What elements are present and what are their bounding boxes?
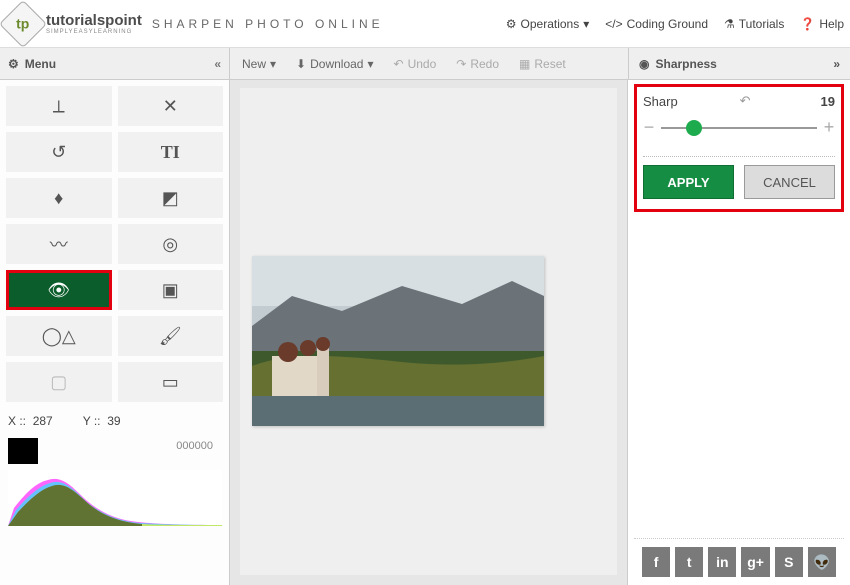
tool-levels[interactable]: ◩ — [118, 178, 224, 218]
undo-icon: ↶ — [394, 57, 404, 71]
tool-blur[interactable]: ♦ — [6, 178, 112, 218]
help-icon: ❓ — [800, 17, 815, 31]
caret-down-icon: ▾ — [270, 57, 276, 71]
social-reddit[interactable]: 👽 — [808, 547, 836, 577]
caret-down-icon: ▾ — [583, 17, 589, 31]
download-icon: ⬇ — [296, 57, 306, 71]
social-twitter[interactable]: t — [675, 547, 703, 577]
chevron-right-icon: » — [833, 57, 840, 71]
image-preview[interactable] — [252, 256, 544, 426]
eye-icon: ◉ — [639, 57, 649, 71]
brand[interactable]: tp tutorialspoint SIMPLYEASYLEARNING — [6, 7, 142, 41]
apply-button[interactable]: APPLY — [643, 165, 734, 199]
sharp-slider: − + — [643, 117, 835, 138]
redo-icon: ↷ — [456, 57, 466, 71]
redo-button[interactable]: ↷Redo — [456, 57, 499, 71]
brand-tagline: SIMPLYEASYLEARNING — [46, 29, 142, 35]
sharp-value: 19 — [821, 94, 835, 109]
caret-down-icon: ▾ — [367, 57, 373, 71]
main: ⟂ ✕ ↺ TI ♦ ◩ 〰 ◎ 👁 ▣ ◯△ 🖌 ▢ ▭ X :: 287 Y… — [0, 80, 850, 585]
tool-frame[interactable]: ▭ — [118, 362, 224, 402]
flask-icon: ⚗ — [724, 17, 735, 31]
undo-button[interactable]: ↶Undo — [394, 57, 437, 71]
nav-tutorials[interactable]: ⚗Tutorials — [724, 17, 784, 31]
slider-track[interactable] — [661, 127, 817, 129]
tool-target[interactable]: ◎ — [118, 224, 224, 264]
drop-icon: ♦ — [54, 188, 63, 209]
share-icon: ⚙ — [506, 17, 517, 31]
new-button[interactable]: New ▾ — [242, 57, 276, 71]
tool-crop[interactable]: ⟂ — [6, 86, 112, 126]
social-row: f t in g+ S 👽 — [634, 538, 844, 585]
cancel-button[interactable]: CANCEL — [744, 165, 835, 199]
nav-coding-ground[interactable]: </>Coding Ground — [605, 17, 708, 31]
slider-minus[interactable]: − — [643, 117, 655, 138]
top-nav: ⚙Operations ▾ </>Coding Ground ⚗Tutorial… — [506, 17, 844, 31]
tool-fit[interactable]: ✕ — [118, 86, 224, 126]
expand-icon: ✕ — [163, 96, 178, 117]
image-icon: ▣ — [162, 280, 179, 301]
download-button[interactable]: ⬇Download ▾ — [296, 57, 373, 71]
top-bar: tp tutorialspoint SIMPLYEASYLEARNING SHA… — [0, 0, 850, 48]
contrast-icon: ◩ — [162, 188, 179, 209]
code-icon: </> — [605, 17, 622, 31]
social-stumble[interactable]: S — [775, 547, 803, 577]
sidebar: ⟂ ✕ ↺ TI ♦ ◩ 〰 ◎ 👁 ▣ ◯△ 🖌 ▢ ▭ X :: 287 Y… — [0, 80, 230, 585]
nav-help[interactable]: ❓Help — [800, 17, 844, 31]
tool-sharpen[interactable]: 〰 — [6, 224, 112, 264]
canvas-area[interactable] — [230, 80, 628, 585]
social-facebook[interactable]: f — [642, 547, 670, 577]
text-icon: TI — [161, 142, 180, 163]
brand-name: tutorialspoint — [46, 12, 142, 29]
frame-icon: ▭ — [162, 372, 179, 393]
slider-thumb[interactable] — [686, 120, 702, 136]
tool-image[interactable]: ▣ — [118, 270, 224, 310]
chevron-left-icon: « — [214, 57, 221, 71]
menu-icon: ⚙ — [8, 57, 19, 71]
tool-brush[interactable]: 🖌 — [118, 316, 224, 356]
toolbar: ⚙ Menu « New ▾ ⬇Download ▾ ↶Undo ↷Redo ▦… — [0, 48, 850, 80]
eye-icon: 👁 — [47, 280, 70, 301]
tool-text[interactable]: TI — [118, 132, 224, 172]
toolbar-actions: New ▾ ⬇Download ▾ ↶Undo ↷Redo ▦Reset — [230, 48, 578, 79]
histo-color-label: 000000 — [176, 440, 213, 452]
histogram: 000000 — [0, 434, 229, 544]
revert-icon[interactable]: ↶ — [740, 93, 751, 109]
menu-toggle[interactable]: ⚙ Menu « — [0, 48, 230, 79]
brush-icon: 🖌 — [159, 326, 182, 347]
reset-icon: ▦ — [519, 57, 530, 71]
sharpness-panel: Sharp ↶ 19 − + APPLY CANCEL f t in g+ — [628, 80, 850, 585]
button-row: APPLY CANCEL — [643, 165, 835, 199]
sharpness-panel-toggle[interactable]: ◉ Sharpness » — [628, 48, 850, 79]
coord-y: 39 — [107, 414, 120, 428]
histogram-chart — [8, 470, 222, 526]
tool-grid: ⟂ ✕ ↺ TI ♦ ◩ 〰 ◎ 👁 ▣ ◯△ 🖌 ▢ ▭ — [0, 80, 229, 408]
rotate-icon: ↺ — [51, 142, 66, 163]
social-googleplus[interactable]: g+ — [741, 547, 769, 577]
page-title: SHARPEN PHOTO ONLINE — [152, 17, 384, 31]
divider — [643, 156, 835, 157]
logo-icon: tp — [0, 0, 47, 48]
nav-operations[interactable]: ⚙Operations ▾ — [506, 17, 590, 31]
tool-rotate[interactable]: ↺ — [6, 132, 112, 172]
tool-bounds[interactable]: ▢ — [6, 362, 112, 402]
crop-icon: ⟂ — [53, 96, 65, 117]
wave-icon: 〰 — [50, 231, 68, 257]
shapes-icon: ◯△ — [42, 326, 76, 347]
histo-swatch — [8, 438, 38, 464]
tool-eye[interactable]: 👁 — [6, 270, 112, 310]
reset-button[interactable]: ▦Reset — [519, 57, 566, 71]
social-linkedin[interactable]: in — [708, 547, 736, 577]
slider-plus[interactable]: + — [823, 117, 835, 138]
tool-shape[interactable]: ◯△ — [6, 316, 112, 356]
panel-highlight: Sharp ↶ 19 − + APPLY CANCEL — [634, 84, 844, 212]
coords-readout: X :: 287 Y :: 39 — [0, 408, 229, 434]
sharp-row: Sharp ↶ 19 — [643, 93, 835, 109]
coord-x: 287 — [33, 414, 53, 428]
bounds-icon: ▢ — [50, 372, 67, 393]
target-icon: ◎ — [162, 234, 178, 255]
sharp-label: Sharp — [643, 94, 678, 109]
